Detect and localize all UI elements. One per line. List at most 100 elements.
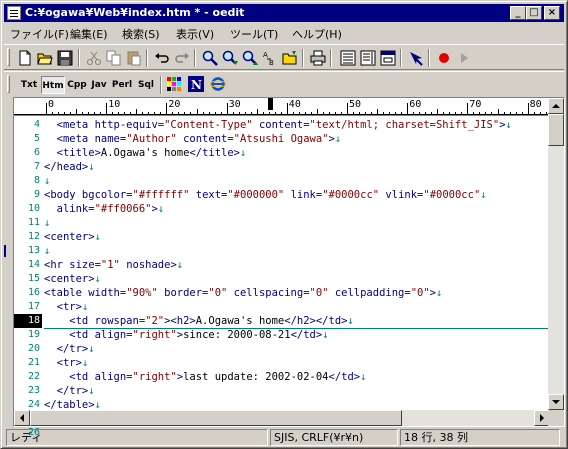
toolbar-grip[interactable] [7, 75, 10, 93]
view-text-icon[interactable] [340, 50, 356, 66]
eol-marker: ↓ [88, 343, 95, 355]
code-line[interactable]: <center>↓ [44, 230, 101, 244]
code-line[interactable]: ↓ [44, 216, 50, 230]
eol-marker: ↓ [44, 245, 51, 257]
code-line[interactable]: </tr>↓ [44, 342, 95, 356]
text-editor[interactable]: 0 10 20 30 40 50 60 70 80 4 5 6 7 8 9 10 11 12 13 14 15 16 17… [4, 97, 565, 438]
code-token: cellspacing= [227, 287, 310, 299]
code-line[interactable]: </head>↓ [44, 160, 95, 174]
vertical-scrollbar[interactable] [548, 98, 564, 410]
lang-cpp-button[interactable]: Cpp [66, 76, 88, 94]
lang-txt-button[interactable]: Txt [18, 76, 40, 94]
code-token: </td> [328, 371, 361, 383]
code-line[interactable]: <center>↓ [44, 272, 101, 286]
app-icon[interactable] [7, 6, 21, 20]
lang-perl-button[interactable]: Perl [110, 76, 134, 94]
view-window-icon[interactable] [380, 50, 396, 66]
view-split-icon[interactable] [360, 50, 376, 66]
eol-marker: ↓ [81, 301, 89, 313]
vertical-scroll-thumb[interactable] [548, 114, 564, 146]
menu-view[interactable]: 表示(V) [176, 26, 214, 42]
lang-htm-button[interactable]: Htm [41, 76, 65, 94]
status-cursor-position: 18 行, 38 列 [400, 429, 560, 446]
ruler-label: 70 [469, 99, 482, 110]
code-token: </h2></td> [284, 315, 348, 327]
code-line[interactable]: ↓ [44, 174, 50, 188]
save-icon[interactable] [57, 50, 73, 66]
code-token: "#0000cc" [322, 189, 380, 201]
lang-jav-button[interactable]: Jav [88, 76, 110, 94]
maximize-button[interactable]: □ [526, 6, 542, 20]
ruler-tick [389, 112, 391, 115]
ruler-tick [76, 109, 78, 115]
open-file-icon[interactable] [37, 50, 53, 66]
code-line[interactable]: <td rowspan="2"><h2>A.Ogawa's home</h2><… [44, 314, 354, 328]
ruler-tick [545, 112, 547, 115]
menu-tools[interactable]: ツール(T) [230, 26, 278, 42]
ruler-tick [232, 112, 234, 115]
code-line[interactable]: <table width="90%" border="0" cellspacin… [44, 286, 442, 300]
code-line[interactable]: <tr>↓ [44, 300, 89, 314]
toolbar-separator [330, 49, 332, 67]
code-line[interactable]: </table>↓ [44, 398, 101, 410]
code-line[interactable]: <tr>↓ [44, 356, 89, 370]
toolbar-grip[interactable] [7, 48, 10, 66]
code-line[interactable]: <meta name="Author" content="Atsushi Oga… [44, 132, 342, 146]
replace-icon[interactable]: AB [262, 50, 278, 66]
copy-icon[interactable] [106, 50, 122, 66]
code-line[interactable]: <body bgcolor="#ffffff" text="#000000" l… [44, 188, 487, 202]
horizontal-scroll-thumb[interactable] [30, 410, 402, 426]
play-macro-icon[interactable] [456, 50, 472, 66]
scroll-left-button[interactable] [14, 410, 30, 426]
internet-explorer-icon[interactable] [210, 76, 226, 92]
open-folder-icon[interactable] [282, 50, 298, 66]
menu-file[interactable]: ファイル(F) [10, 26, 69, 42]
lang-sql-button[interactable]: Sql [135, 76, 157, 94]
ruler-tick [449, 112, 451, 115]
code-token: since: 2000-08-21 [183, 329, 291, 341]
code-token: "90%" [126, 287, 158, 299]
code-line[interactable]: <meta http-equiv="Content-Type" content=… [44, 118, 512, 132]
bookmark-icon[interactable] [408, 50, 424, 66]
find-icon[interactable] [202, 50, 218, 66]
ruler-tick [238, 112, 240, 115]
code-line[interactable]: alink="#ff0066">↓ [44, 202, 165, 216]
menu-help[interactable]: ヘルプ(H) [292, 26, 342, 42]
horizontal-scrollbar[interactable] [14, 410, 550, 426]
code-line[interactable]: <td align="right">last update: 2002-02-0… [44, 370, 366, 384]
paste-icon[interactable] [126, 50, 142, 66]
title-bar[interactable]: C:¥ogawa¥Web¥index.htm * - oedit _ □ × [4, 4, 564, 22]
ruler-tick [58, 112, 60, 115]
color-palette-icon[interactable] [166, 76, 182, 92]
print-icon[interactable] [310, 50, 326, 66]
netscape-icon[interactable]: N [188, 76, 204, 92]
ruler-tick [395, 112, 397, 115]
minimize-button[interactable]: _ [510, 6, 526, 20]
new-file-icon[interactable] [17, 50, 33, 66]
line-number: 5 [33, 133, 40, 144]
undo-icon[interactable] [154, 50, 170, 66]
close-button[interactable]: × [544, 6, 560, 20]
code-line[interactable]: <td align="right">since: 2000-08-21</td>… [44, 328, 328, 342]
code-line[interactable]: <title>A.Ogawa's home</title>↓ [44, 146, 247, 160]
code-line[interactable]: </tr>↓ [44, 384, 95, 398]
redo-icon[interactable] [174, 50, 190, 66]
line-number: 23 [27, 385, 40, 396]
line-number: 10 [27, 203, 40, 214]
menu-search[interactable]: 検索(S) [122, 26, 160, 42]
record-macro-icon[interactable] [436, 50, 452, 66]
ruler-tick [46, 103, 47, 115]
scroll-down-button[interactable] [548, 394, 564, 410]
ruler-tick [539, 112, 541, 115]
cut-icon[interactable] [86, 50, 102, 66]
code-line[interactable]: ↓ [44, 244, 50, 258]
code-area[interactable]: <meta http-equiv="Content-Type" content=… [44, 116, 550, 410]
menu-edit[interactable]: 編集(E) [70, 26, 108, 42]
scroll-up-button[interactable] [548, 98, 564, 114]
code-line[interactable]: <hr size="1" noshade>↓ [44, 258, 183, 272]
code-token: "right" [132, 329, 177, 341]
toolbar-separator [400, 49, 402, 67]
find-prev-icon[interactable] [242, 50, 258, 66]
ruler-tick [491, 112, 493, 115]
find-next-icon[interactable] [222, 50, 238, 66]
